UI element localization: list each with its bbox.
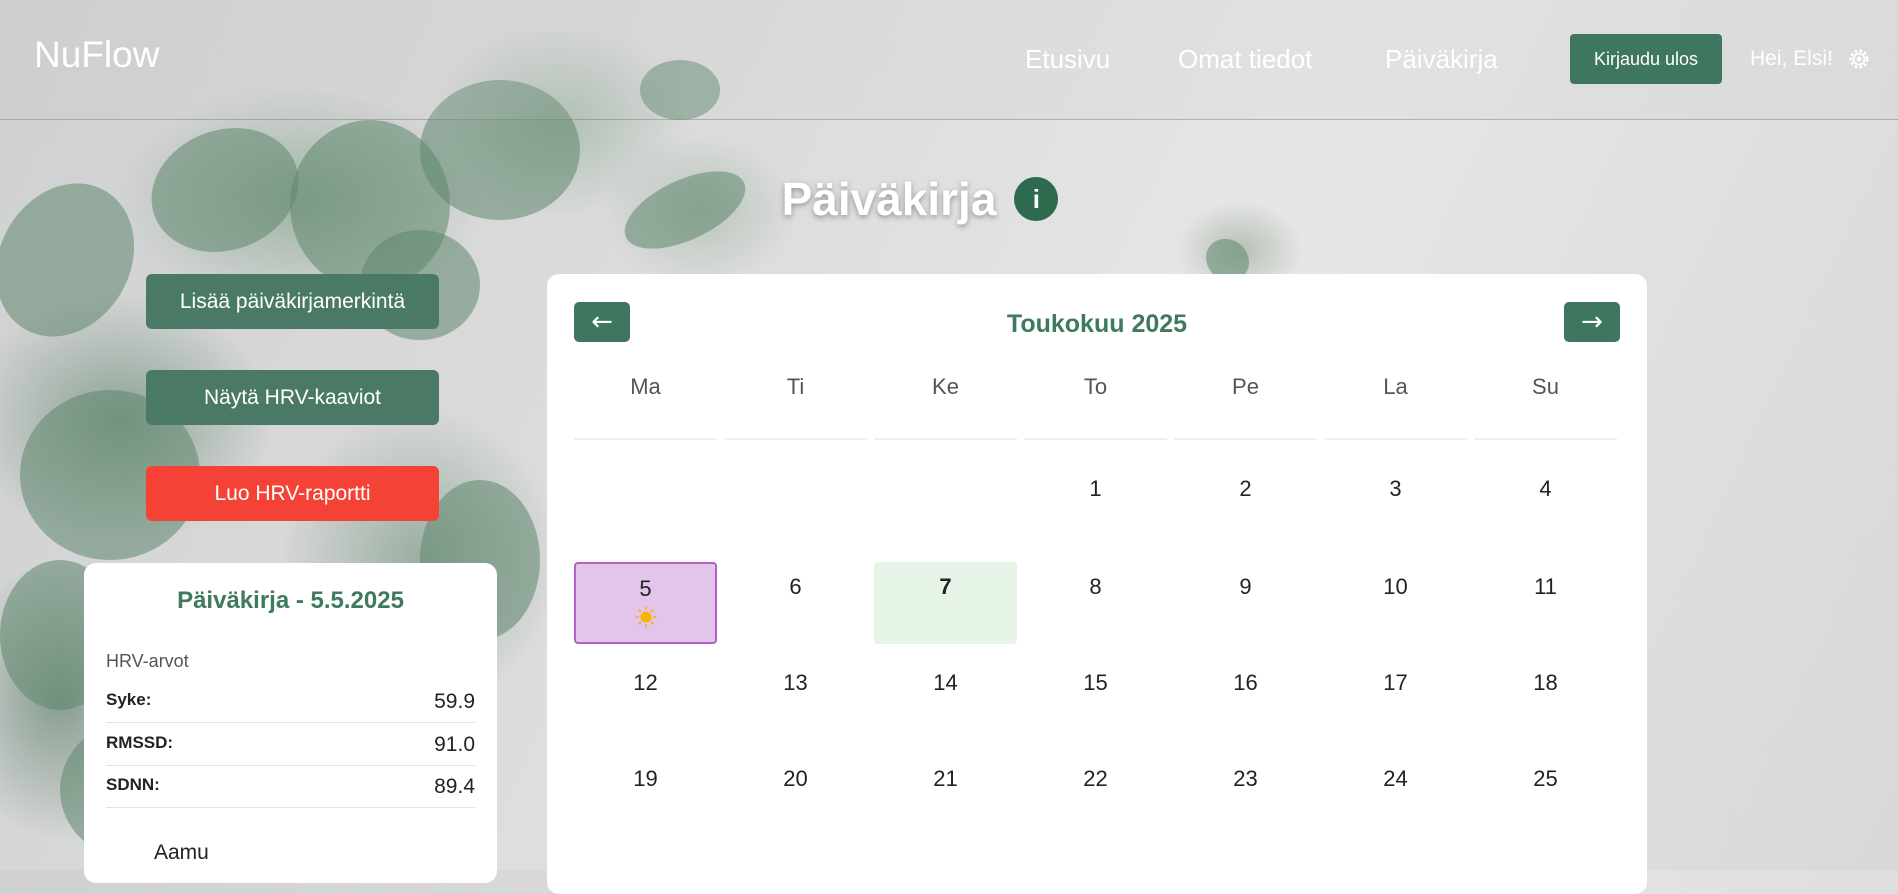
create-hrv-report-button[interactable]: Luo HRV-raportti [146, 466, 439, 521]
calendar-day[interactable]: 19 [574, 754, 717, 836]
day-number: 19 [633, 766, 658, 791]
show-hrv-charts-button[interactable]: Näytä HRV-kaaviot [146, 370, 439, 425]
gear-icon[interactable] [1848, 48, 1870, 70]
day-number: 16 [1233, 670, 1258, 695]
calendar-day[interactable]: 16 [1174, 658, 1317, 740]
calendar-day-empty [574, 464, 717, 546]
calendar-day[interactable]: 1 [1024, 464, 1167, 546]
day-number: 21 [933, 766, 958, 791]
page-title: Päiväkirja [781, 173, 997, 225]
hrv-label: Syke: [106, 690, 152, 709]
sun-icon [635, 606, 656, 628]
calendar-day[interactable]: 14 [874, 658, 1017, 740]
nav-link-omat-tiedot[interactable]: Omat tiedot [1178, 44, 1312, 75]
calendar-day[interactable]: 9 [1174, 562, 1317, 644]
weekday-header: Ti [724, 374, 867, 440]
hrv-label: RMSSD: [106, 733, 174, 752]
calendar-day[interactable]: 13 [724, 658, 867, 740]
user-greeting: Hei, Elsi! [1750, 47, 1833, 70]
calendar-day[interactable]: 12 [574, 658, 717, 740]
hrv-label: SDNN: [106, 775, 160, 794]
calendar-day[interactable]: 10 [1324, 562, 1467, 644]
day-number: 12 [633, 670, 658, 695]
day-number: 22 [1083, 766, 1108, 791]
hrv-row-rmssd: RMSSD: 91.0 [106, 723, 475, 766]
nav-link-etusivu[interactable]: Etusivu [1025, 44, 1110, 75]
day-number: 5 [639, 576, 652, 601]
next-month-button[interactable]: → [1564, 302, 1620, 342]
day-number: 23 [1233, 766, 1258, 791]
day-number: 17 [1383, 670, 1408, 695]
day-number: 2 [1239, 476, 1252, 501]
day-number: 9 [1239, 574, 1252, 599]
nav-link-paivakirja[interactable]: Päiväkirja [1385, 44, 1498, 75]
day-number: 4 [1539, 476, 1552, 501]
calendar-day-empty [724, 464, 867, 546]
morning-section-label: Aamu [154, 841, 209, 864]
day-number: 8 [1089, 574, 1102, 599]
calendar-day[interactable]: 18 [1474, 658, 1617, 740]
weekday-header: Ke [874, 374, 1017, 440]
hrv-values-heading: HRV-arvot [106, 651, 189, 671]
day-number: 1 [1089, 476, 1102, 501]
day-number: 6 [789, 574, 802, 599]
day-number: 7 [939, 574, 952, 599]
calendar: ← Toukokuu 2025 → Ma Ti Ke To Pe La Su 1… [547, 274, 1647, 894]
hrv-value: 59.9 [434, 690, 475, 713]
day-number: 3 [1389, 476, 1402, 501]
calendar-day-empty [874, 464, 1017, 546]
app-logo[interactable]: NuFlow [34, 34, 159, 76]
info-icon[interactable]: i [1014, 177, 1059, 221]
day-number: 15 [1083, 670, 1108, 695]
day-number: 10 [1383, 574, 1408, 599]
hrv-value: 89.4 [434, 775, 475, 798]
weekday-header: To [1024, 374, 1167, 440]
day-number: 14 [933, 670, 958, 695]
calendar-day[interactable]: 2 [1174, 464, 1317, 546]
day-number: 20 [783, 766, 808, 791]
weekday-header: Ma [574, 374, 717, 440]
calendar-day[interactable]: 22 [1024, 754, 1167, 836]
day-number: 11 [1534, 574, 1557, 599]
calendar-day[interactable]: 15 [1024, 658, 1167, 740]
calendar-day[interactable]: 3 [1324, 464, 1467, 546]
calendar-day[interactable]: 7 [874, 562, 1017, 644]
hrv-row-syke: Syke: 59.9 [106, 680, 475, 723]
weekday-header: Pe [1174, 374, 1317, 440]
calendar-month-title: Toukokuu 2025 [1006, 310, 1188, 338]
hrv-row-sdnn: SDNN: 89.4 [106, 765, 475, 808]
day-number: 25 [1533, 766, 1558, 791]
page-title-row: Päiväkirja i [0, 172, 1840, 226]
top-nav-bar: NuFlow Etusivu Omat tiedot Päiväkirja Ki… [0, 0, 1898, 120]
weekday-header: La [1324, 374, 1467, 440]
calendar-day[interactable]: 11 [1474, 562, 1617, 644]
hrv-value: 91.0 [434, 733, 475, 756]
calendar-day[interactable]: 25 [1474, 754, 1617, 836]
add-diary-entry-button[interactable]: Lisää päiväkirjamerkintä [146, 274, 439, 329]
calendar-day[interactable]: 21 [874, 754, 1017, 836]
calendar-day[interactable]: 5 [574, 562, 717, 644]
calendar-day[interactable]: 23 [1174, 754, 1317, 836]
logout-button[interactable]: Kirjaudu ulos [1570, 34, 1722, 84]
day-number: 24 [1383, 766, 1408, 791]
diary-entry-card: Päiväkirja - 5.5.2025 HRV-arvot Syke: 59… [84, 563, 497, 883]
calendar-day[interactable]: 17 [1324, 658, 1467, 740]
day-number: 18 [1533, 670, 1558, 695]
weekday-header: Su [1474, 374, 1617, 440]
calendar-day[interactable]: 8 [1024, 562, 1167, 644]
day-number: 13 [783, 670, 808, 695]
calendar-day[interactable]: 6 [724, 562, 867, 644]
calendar-day[interactable]: 24 [1324, 754, 1467, 836]
calendar-day[interactable]: 4 [1474, 464, 1617, 546]
diary-card-title: Päiväkirja - 5.5.2025 [177, 587, 404, 614]
calendar-day[interactable]: 20 [724, 754, 867, 836]
